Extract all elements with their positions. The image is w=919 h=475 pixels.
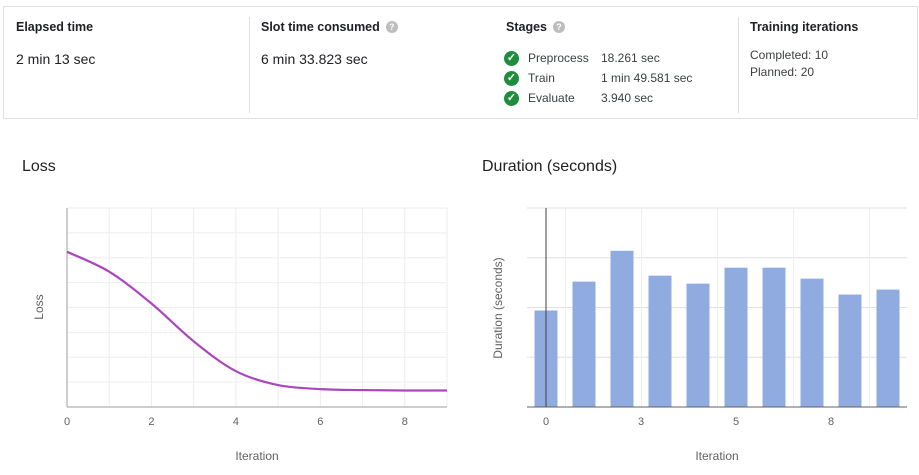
duration-bar xyxy=(648,275,672,407)
loss-x-tick-label: 0 xyxy=(64,416,70,428)
duration-x-axis-label: Iteration xyxy=(695,449,738,463)
loss-x-tick-label: 8 xyxy=(402,416,408,428)
duration-x-tick-label: 5 xyxy=(733,416,739,428)
loss-x-axis-label: Iteration xyxy=(235,449,278,463)
loss-x-tick-label: 2 xyxy=(148,416,154,428)
loss-y-axis-label: Loss xyxy=(32,294,46,319)
duration-x-tick-label: 0 xyxy=(543,416,549,428)
loss-x-tick-label: 4 xyxy=(233,416,239,428)
loss-x-tick-label: 6 xyxy=(317,416,323,428)
duration-bar xyxy=(876,289,900,407)
duration-bar xyxy=(762,267,786,407)
duration-x-tick-label: 3 xyxy=(638,416,644,428)
duration-bar xyxy=(572,281,596,407)
duration-bar xyxy=(838,294,862,407)
duration-bar xyxy=(686,283,710,407)
loss-series-line xyxy=(66,250,448,392)
duration-y-axis-label: Duration (seconds) xyxy=(491,257,505,358)
duration-bar xyxy=(724,267,748,407)
duration-bar xyxy=(800,278,824,407)
duration-x-tick-label: 8 xyxy=(828,416,834,428)
duration-bar xyxy=(610,250,634,407)
charts-canvas: 0 2 4 6 8 Iteration Loss 0 3 5 8 Iteration Duration … xyxy=(32,207,907,463)
